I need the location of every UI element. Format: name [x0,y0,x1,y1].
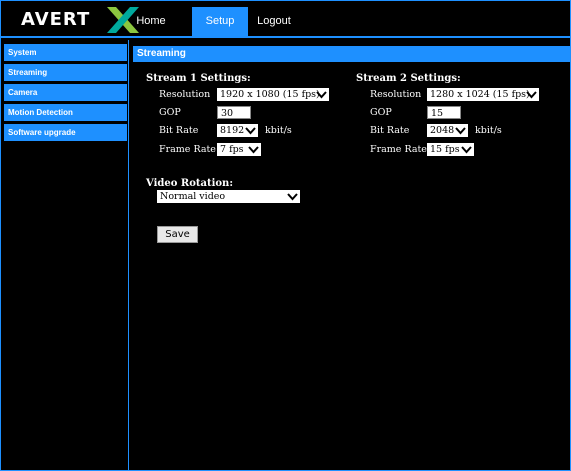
sidebar-item-streaming[interactable]: Streaming [4,64,127,81]
chevron-down-icon [245,127,256,135]
stream2-bitrate-unit: kbit/s [475,125,502,136]
stream1-title: Stream 1 Settings: [146,73,251,84]
stream1-framerate-select[interactable]: 7 fps [217,143,261,156]
stream2-resolution-value: 1280 x 1024 (15 fps) [430,89,530,100]
section-title: Streaming [133,46,570,62]
save-button[interactable]: Save [157,226,198,243]
stream2-bitrate-select[interactable]: 2048 [427,124,468,137]
sidebar-item-system[interactable]: System [4,44,127,61]
chevron-down-icon [526,91,537,99]
stream1-resolution-select[interactable]: 1920 x 1080 (15 fps) [217,88,329,101]
video-rotation-title: Video Rotation: [146,178,234,189]
logo-text: AVERT [21,9,91,30]
stream2-resolution-label: Resolution [370,89,422,100]
sidebar: System Streaming Camera Motion Detection… [1,40,129,470]
stream2-resolution-select[interactable]: 1280 x 1024 (15 fps) [427,88,539,101]
stream1-gop-input[interactable]: 30 [217,106,251,119]
header: AVERT Home Setup Logout [1,1,570,38]
sidebar-item-motion-detection[interactable]: Motion Detection [4,104,127,121]
chevron-down-icon [461,146,472,154]
stream1-gop-label: GOP [159,107,181,118]
stream1-bitrate-unit: kbit/s [265,125,292,136]
stream2-framerate-value: 15 fps [430,144,460,155]
stream1-resolution-value: 1920 x 1080 (15 fps) [220,89,320,100]
chevron-down-icon [455,127,466,135]
chevron-down-icon [287,193,298,201]
logo: AVERT [21,7,139,33]
stream2-gop-label: GOP [370,107,392,118]
video-rotation-select[interactable]: Normal video [157,190,300,203]
stream2-title: Stream 2 Settings: [356,73,461,84]
main-panel: Streaming Stream 1 Settings: Resolution … [130,40,570,470]
stream1-framerate-value: 7 fps [220,144,244,155]
stream1-resolution-label: Resolution [159,89,211,100]
nav-setup[interactable]: Setup [192,7,248,36]
stream2-framerate-label: Frame Rate [370,144,427,155]
stream1-bitrate-value: 8192 [220,125,245,136]
sidebar-item-camera[interactable]: Camera [4,84,127,101]
stream1-bitrate-label: Bit Rate [159,125,199,136]
nav-logout[interactable]: Logout [254,7,294,36]
stream2-bitrate-label: Bit Rate [370,125,410,136]
stream2-bitrate-value: 2048 [430,125,455,136]
stream2-gop-input[interactable]: 15 [427,106,461,119]
stream1-framerate-label: Frame Rate [159,144,216,155]
video-rotation-value: Normal video [160,191,226,202]
stream1-bitrate-select[interactable]: 8192 [217,124,258,137]
sidebar-item-software-upgrade[interactable]: Software upgrade [4,124,127,141]
chevron-down-icon [316,91,327,99]
chevron-down-icon [248,146,259,154]
stream2-framerate-select[interactable]: 15 fps [427,143,474,156]
nav-home[interactable]: Home [133,7,169,36]
